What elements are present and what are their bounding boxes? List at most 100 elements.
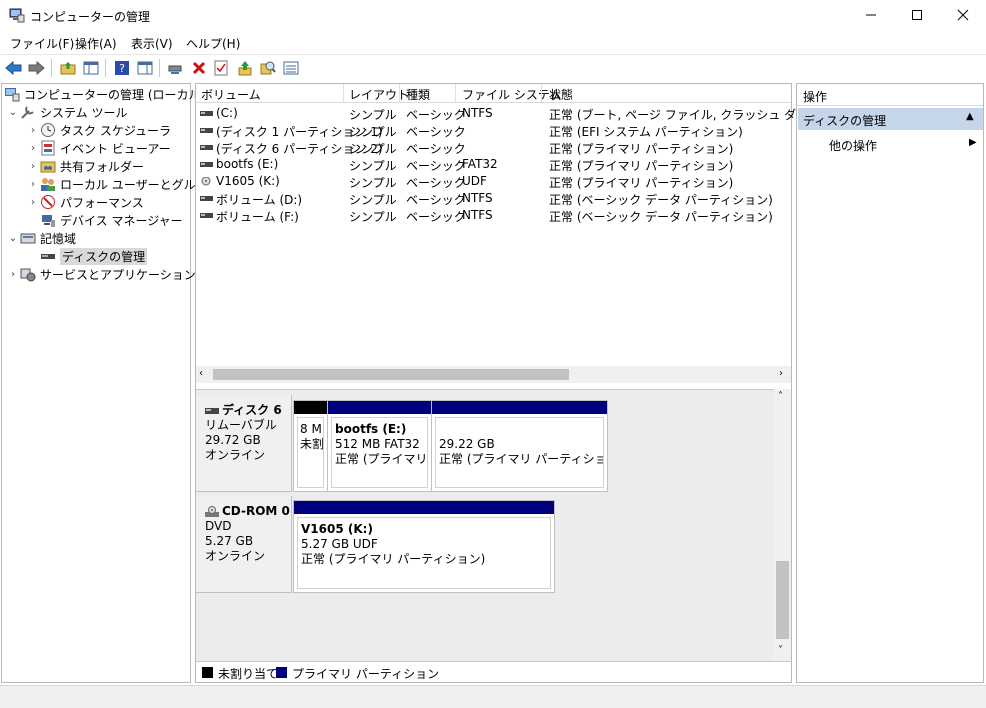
vertical-scrollbar[interactable]: ˄ ˅	[774, 389, 791, 661]
back-button[interactable]	[4, 58, 24, 78]
up-folder-button[interactable]	[58, 58, 78, 78]
volume-row[interactable]: ボリューム (F:) シンプル ベーシック NTFS 正常 (ベーシック データ パーテ…	[196, 207, 791, 224]
computer-management-icon	[5, 88, 20, 102]
services-icon	[20, 268, 36, 282]
tree-item-event-viewer[interactable]: › イベント ビューアー	[26, 139, 171, 157]
title-bar[interactable]: コンピューターの管理	[0, 0, 986, 30]
menu-view[interactable]: 表示(V)	[131, 35, 173, 52]
close-button[interactable]	[940, 0, 986, 30]
show-hide-tree-button[interactable]	[81, 58, 101, 78]
menu-file[interactable]: ファイル(F)	[10, 35, 74, 52]
users-icon	[41, 178, 55, 191]
chevron-right-icon[interactable]: ›	[6, 269, 20, 280]
horizontal-scrollbar[interactable]: ‹ ›	[196, 366, 791, 383]
tree-item-storage[interactable]: ⌄ 記憶域	[6, 229, 76, 247]
search-icon	[260, 61, 276, 75]
volume-status: 正常 (プライマリ パーティション)	[549, 176, 734, 190]
scroll-down-icon[interactable]: ˅	[778, 645, 783, 656]
volume-layout: シンプル	[349, 108, 397, 122]
scroll-thumb[interactable]	[776, 561, 789, 639]
tree-item-root[interactable]: コンピューターの管理 (ローカル)	[4, 85, 205, 103]
chevron-right-icon[interactable]: ›	[26, 197, 40, 208]
tree-item-local-users[interactable]: › ローカル ユーザーとグループ	[26, 175, 219, 193]
volume-row[interactable]: bootfs (E:) シンプル ベーシック FAT32 正常 (プライマリ パーティシ…	[196, 156, 791, 173]
tree-item-task-scheduler[interactable]: › タスク スケジューラ	[26, 121, 171, 139]
volume-row[interactable]: V1605 (K:) シンプル ベーシック UDF 正常 (プライマリ パーティション)	[196, 173, 791, 190]
column-status[interactable]: 状態	[549, 86, 573, 103]
tree-item-system-tools[interactable]: ⌄ システム ツール	[6, 103, 128, 121]
volume-drive-icon	[200, 145, 213, 150]
chevron-down-icon[interactable]: ⌄	[6, 233, 20, 244]
event-viewer-icon	[41, 140, 55, 156]
export-button[interactable]	[235, 58, 255, 78]
legend-primary-swatch	[276, 667, 287, 678]
delete-button[interactable]	[189, 58, 209, 78]
volume-row[interactable]: ボリューム (D:) シンプル ベーシック NTFS 正常 (ベーシック データ パーテ…	[196, 190, 791, 207]
chevron-right-icon[interactable]: ›	[26, 161, 40, 172]
tree-item-disk-management[interactable]: ディスクの管理	[40, 247, 148, 265]
column-filesystem[interactable]: ファイル システム	[462, 86, 561, 103]
tree-item-performance[interactable]: › パフォーマンス	[26, 193, 144, 211]
chevron-right-icon[interactable]: ›	[26, 125, 40, 136]
tree-item-device-manager[interactable]: デバイス マネージャー	[40, 211, 183, 229]
scroll-thumb[interactable]	[213, 369, 569, 380]
menu-help[interactable]: ヘルプ(H)	[186, 35, 240, 52]
device-manager-icon	[42, 215, 55, 227]
computer-management-icon	[9, 8, 25, 23]
volume-row[interactable]: (C:) シンプル ベーシック NTFS 正常 (ブート, ページ ファイル, クラッシ…	[196, 105, 863, 122]
volume-type: ベーシック	[406, 176, 466, 190]
partition-v1605[interactable]: V1605 (K:) 5.27 GB UDF 正常 (プライマリ パーティション…	[294, 501, 554, 592]
partition-disk6-2[interactable]: 29.22 GB 正常 (プライマリ パーティション)	[432, 401, 607, 491]
cdrom-label[interactable]: CD-ROM 0 DVD 5.27 GB オンライン	[196, 496, 292, 593]
volume-type: ベーシック	[406, 125, 466, 139]
cdrom-name: CD-ROM 0	[222, 504, 290, 518]
chevron-right-icon[interactable]: ›	[26, 143, 40, 154]
tree-label: システム ツール	[40, 105, 128, 120]
connect-drive-button[interactable]	[165, 58, 185, 78]
help-button[interactable]: ?	[112, 58, 132, 78]
scroll-right-icon[interactable]: ›	[779, 368, 783, 379]
disk6-unallocated[interactable]: 8 M 未割	[294, 401, 328, 491]
collapse-up-icon[interactable]: ▲	[966, 111, 974, 122]
maximize-button[interactable]	[894, 0, 940, 30]
partition-bootfs[interactable]: bootfs (E:) 512 MB FAT32 正常 (プライマリ パ	[328, 401, 432, 491]
clock-icon	[41, 123, 55, 137]
actions-section-disk-management[interactable]: ディスクの管理 ▲	[798, 108, 983, 130]
scroll-left-icon[interactable]: ‹	[199, 368, 203, 379]
volume-row[interactable]: (ディスク 1 パーティション 1) シンプル ベーシック 正常 (EFI システム …	[196, 122, 791, 139]
search-button[interactable]	[258, 58, 278, 78]
disk6-label[interactable]: ディスク 6 リムーバブル 29.72 GB オンライン	[196, 395, 292, 492]
volume-drive-icon	[200, 196, 213, 201]
tools-icon	[21, 106, 34, 119]
volume-row[interactable]: (ディスク 6 パーティション 2) シンプル ベーシック 正常 (プライマリ パーテ…	[196, 139, 791, 156]
volume-status: 正常 (EFI システム パーティション)	[549, 125, 743, 139]
checklist-icon	[214, 60, 228, 76]
scroll-up-icon[interactable]: ˄	[778, 391, 783, 402]
column-layout[interactable]: レイアウト	[349, 86, 409, 103]
show-hide-action-button[interactable]	[135, 58, 155, 78]
partition-name: bootfs (E:)	[335, 422, 407, 436]
properties-button[interactable]	[211, 58, 231, 78]
list-view-button[interactable]	[281, 58, 301, 78]
chevron-right-icon[interactable]: ›	[26, 179, 40, 190]
console-tree-icon	[83, 61, 99, 75]
partition-status: 正常 (プライマリ パーティション)	[439, 452, 603, 466]
actions-section-label: ディスクの管理	[803, 114, 887, 128]
unallocated-size: 8 M	[300, 422, 322, 436]
column-type[interactable]: 種類	[406, 86, 430, 103]
more-actions-item[interactable]: 他の操作 ▶	[797, 134, 983, 154]
more-actions-label: 他の操作	[829, 139, 878, 153]
tree-label: サービスとアプリケーション	[40, 267, 196, 282]
storage-icon	[20, 233, 36, 244]
tree-item-shared-folders[interactable]: › 共有フォルダー	[26, 157, 144, 175]
forward-button[interactable]	[26, 58, 46, 78]
folder-up-icon	[60, 62, 76, 75]
maximize-icon	[912, 10, 922, 20]
minimize-button[interactable]	[848, 0, 894, 30]
menu-action[interactable]: 操作(A)	[75, 35, 117, 52]
tree-item-services-apps[interactable]: › サービスとアプリケーション	[6, 265, 196, 283]
column-volume[interactable]: ボリューム	[201, 86, 261, 103]
chevron-down-icon[interactable]: ⌄	[6, 107, 20, 118]
volume-type: ベーシック	[406, 108, 466, 122]
removable-disk-icon	[205, 407, 219, 414]
